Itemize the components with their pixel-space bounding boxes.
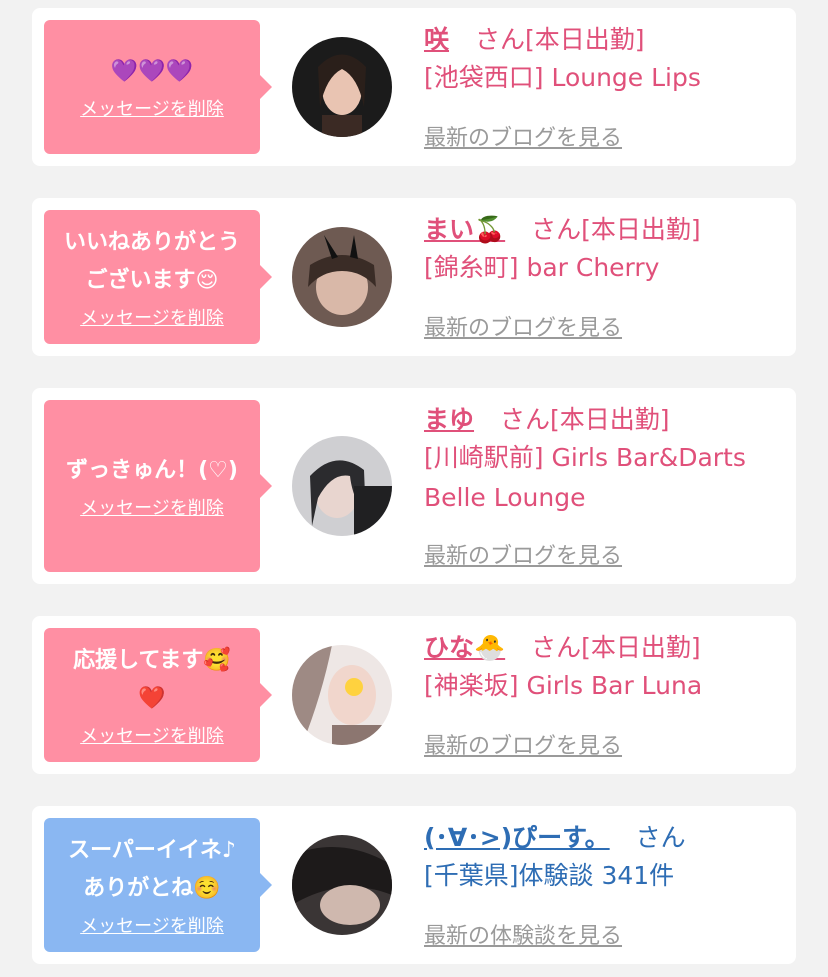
- delete-message-link[interactable]: メッセージを削除: [80, 304, 224, 330]
- message-text: 応援してます🥰 ❤️: [73, 648, 231, 711]
- shop-name: [神楽坂] Girls Bar Luna: [424, 671, 703, 700]
- shop-name: [池袋西口] Lounge Lips: [424, 63, 701, 92]
- girl-name-link[interactable]: 咲: [424, 25, 449, 54]
- name-suffix: さん[本日出勤]: [499, 405, 670, 434]
- message-bubble: 💜💜💜 メッセージを削除: [44, 20, 272, 154]
- info: まい🍒 さん[本日出勤] [錦糸町] bar Cherry: [424, 212, 788, 288]
- message-text: スーパーイイネ♪ ありがとね☺️: [68, 838, 236, 901]
- message-card: いいねありがとう ございます😌 メッセージを削除 まい🍒 さん[本日出勤] [錦…: [32, 198, 796, 356]
- delete-message-link[interactable]: メッセージを削除: [80, 722, 224, 748]
- info: (･∀･>)ぴーす。 さん [千葉県]体験談 341件: [424, 820, 788, 896]
- latest-blog-link[interactable]: 最新のブログを見る: [424, 728, 622, 760]
- avatar[interactable]: [292, 436, 392, 536]
- shop-name: [川崎駅前] Girls Bar&Darts Belle Lounge: [424, 443, 746, 512]
- experience-count: [千葉県]体験談 341件: [424, 861, 675, 890]
- latest-blog-link[interactable]: 最新のブログを見る: [424, 120, 622, 152]
- message-text: いいねありがとう ございます😌: [63, 230, 240, 293]
- info: 咲 さん[本日出勤] [池袋西口] Lounge Lips: [424, 22, 788, 98]
- name-suffix: さん[本日出勤]: [531, 215, 701, 244]
- message-card: 応援してます🥰 ❤️ メッセージを削除 ひな🐣 さん[本日出勤] [神楽坂] G…: [32, 616, 796, 774]
- message-card: ずっきゅん！(♡) メッセージを削除 まゆ さん[本日出勤] [川崎駅前] Gi…: [32, 388, 796, 584]
- message-card: スーパーイイネ♪ ありがとね☺️ メッセージを削除 (･∀･>)ぴーす。 さん …: [32, 806, 796, 964]
- message-text: ずっきゅん！(♡): [66, 458, 238, 483]
- info: まゆ さん[本日出勤] [川崎駅前] Girls Bar&Darts Belle…: [424, 402, 788, 518]
- latest-experience-link[interactable]: 最新の体験談を見る: [424, 918, 622, 950]
- message-bubble: スーパーイイネ♪ ありがとね☺️ メッセージを削除: [44, 818, 272, 952]
- name-suffix: さん[本日出勤]: [531, 633, 701, 662]
- avatar[interactable]: [292, 227, 392, 327]
- girl-name-link[interactable]: まい🍒: [424, 215, 505, 244]
- message-text: 💜💜💜: [110, 59, 194, 84]
- delete-message-link[interactable]: メッセージを削除: [80, 95, 224, 121]
- message-card: 💜💜💜 メッセージを削除 咲 さん[本日出勤] [池袋西口] Lounge Li…: [32, 8, 796, 166]
- message-bubble: ずっきゅん！(♡) メッセージを削除: [44, 400, 272, 572]
- latest-blog-link[interactable]: 最新のブログを見る: [424, 538, 622, 570]
- info: ひな🐣 さん[本日出勤] [神楽坂] Girls Bar Luna: [424, 630, 788, 706]
- avatar[interactable]: [292, 37, 392, 137]
- delete-message-link[interactable]: メッセージを削除: [80, 494, 224, 520]
- name-suffix: さん: [635, 823, 686, 852]
- message-bubble: いいねありがとう ございます😌 メッセージを削除: [44, 210, 272, 344]
- user-name-link[interactable]: (･∀･>)ぴーす。: [424, 823, 610, 852]
- name-suffix: さん[本日出勤]: [474, 25, 645, 54]
- girl-name-link[interactable]: ひな🐣: [424, 633, 505, 662]
- message-bubble: 応援してます🥰 ❤️ メッセージを削除: [44, 628, 272, 762]
- delete-message-link[interactable]: メッセージを削除: [80, 912, 224, 938]
- girl-name-link[interactable]: まゆ: [424, 405, 474, 434]
- avatar[interactable]: [292, 645, 392, 745]
- shop-name: [錦糸町] bar Cherry: [424, 253, 660, 282]
- avatar[interactable]: [292, 835, 392, 935]
- latest-blog-link[interactable]: 最新のブログを見る: [424, 310, 622, 342]
